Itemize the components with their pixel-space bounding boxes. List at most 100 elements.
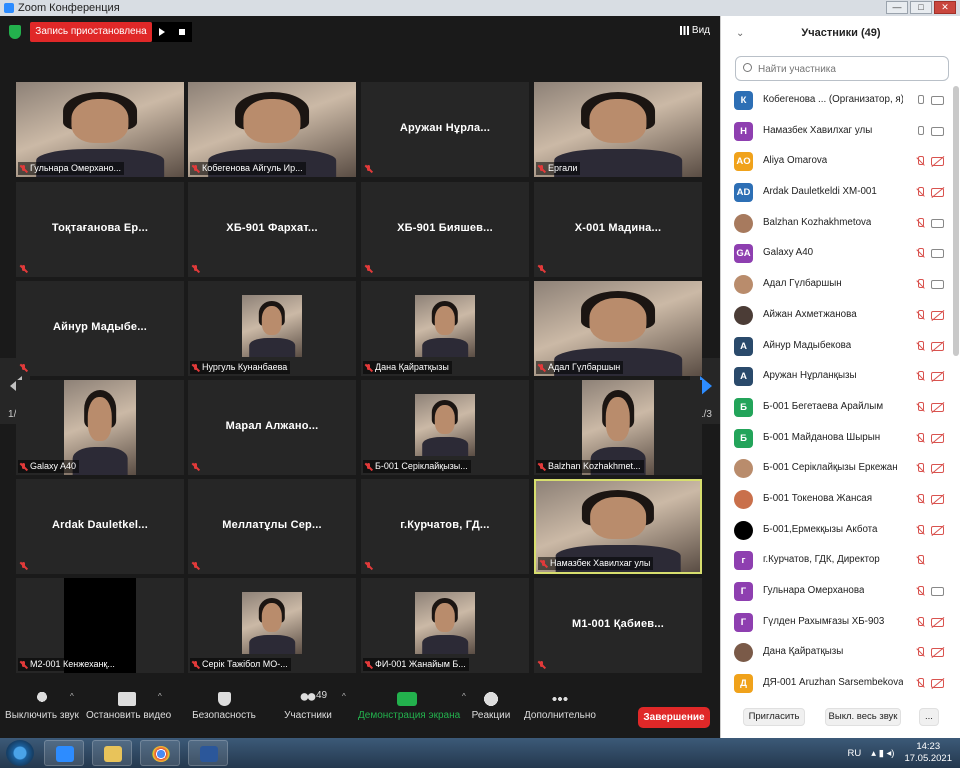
reactions-button[interactable]: Реакции (470, 686, 512, 734)
participant-tile[interactable]: Balzhan Kozhakhmet... (534, 380, 702, 475)
muted-microphone-icon (915, 278, 925, 291)
participant-row[interactable]: г г.Курчатов, ГДК, Директор (721, 546, 951, 577)
participant-row[interactable]: А Аружан Нұрланқызы (721, 362, 951, 393)
share-options-caret-icon[interactable]: ^ (462, 692, 466, 701)
participant-tile[interactable]: Намазбек Хавилхаг улы (534, 479, 702, 574)
participant-name: Б-001,Ермекқызы Акбота (763, 523, 878, 535)
security-button[interactable]: Безопасность (188, 686, 260, 734)
participant-search[interactable] (735, 56, 949, 81)
participant-tile[interactable]: Аружан Нұрла... (361, 82, 529, 177)
participant-search-input[interactable] (758, 61, 943, 77)
participant-name: Дана Қайратқызы (763, 646, 844, 658)
participant-tile[interactable]: Х-001 Мадина... (534, 182, 702, 277)
participant-row[interactable]: Б-001,Ермекқызы Акбота (721, 516, 951, 547)
participant-row[interactable]: Б-001 Серiклайқызы Еркежан (721, 454, 951, 485)
video-camera-icon (931, 96, 944, 105)
end-meeting-button[interactable]: Завершение (638, 707, 710, 728)
participant-tile[interactable]: Ергали (534, 82, 702, 177)
participant-tile[interactable]: Адал Гүлбаршын (534, 281, 702, 376)
participant-tile[interactable]: Гульнара Омерхано... (16, 82, 184, 177)
participant-tile[interactable]: ХБ-901 Фархат... (188, 182, 356, 277)
tile-caption-text: Balzhan Kozhakhmet... (548, 461, 641, 471)
participants-options-caret-icon[interactable]: ^ (342, 692, 346, 701)
participant-tile[interactable]: М2-001 Кенжеханқ... (16, 578, 184, 673)
participant-row[interactable]: GA Galaxy A40 (721, 239, 951, 270)
participant-tile[interactable]: ХБ-901 Бияшев... (361, 182, 529, 277)
tray-icons[interactable]: ▴ ▮ ◂) (871, 748, 894, 759)
participant-row[interactable]: Г Гульнара Омерханова (721, 577, 951, 608)
tile-caption: Кобегенова Айгуль Ир... (190, 162, 306, 175)
participant-tile[interactable]: Меллатұлы Сер... (188, 479, 356, 574)
mute-options-caret-icon[interactable]: ^ (70, 692, 74, 701)
clock[interactable]: 14:23 17.05.2021 (904, 741, 952, 765)
muted-mic-icon (18, 263, 30, 275)
participant-tile[interactable]: ФИ-001 Жанайым Б... (361, 578, 529, 673)
language-indicator[interactable]: RU (848, 748, 862, 759)
participant-avatar: А (734, 336, 753, 356)
panel-more-button[interactable]: ... (919, 708, 939, 726)
tile-name: Х-001 Мадина... (574, 222, 662, 234)
encryption-shield-icon[interactable] (9, 25, 21, 39)
participant-tile[interactable]: Айнур Мадыбе... (16, 281, 184, 376)
participant-avatar (734, 489, 753, 509)
participant-tile[interactable]: Дана Қайратқызы (361, 281, 529, 376)
participant-row[interactable]: Д ДЯ-001 Aruzhan Sarsembekova (721, 669, 951, 698)
participant-row[interactable]: Дана Қайратқызы (721, 638, 951, 669)
participant-row[interactable]: Айжан Ахметжанова (721, 301, 951, 332)
participant-name: Б-001 Бегетаева Арайлым (763, 400, 884, 412)
taskbar-chrome[interactable] (140, 740, 180, 766)
zoom-logo-icon (4, 3, 14, 13)
mute-button[interactable]: Выключить звук ^ (4, 686, 80, 734)
video-off-icon (931, 372, 944, 382)
mute-all-button[interactable]: Выкл. весь звук (825, 708, 901, 726)
person-head (71, 99, 129, 143)
view-button[interactable]: Вид (679, 25, 710, 36)
participant-row[interactable]: Б Б-001 Майданова Шырын (721, 424, 951, 455)
participants-button[interactable]: 49 Участники ^ (280, 686, 346, 734)
participant-tile[interactable]: Ardak Dauletkel... (16, 479, 184, 574)
start-button[interactable] (6, 740, 34, 766)
muted-microphone-icon (915, 616, 925, 629)
stop-video-button[interactable]: Остановить видео ^ (86, 686, 171, 734)
meeting-area: Запись приостановлена Вид 1/3 1/3 Гульна… (0, 16, 720, 738)
participant-row[interactable]: К Кобегенова ... (Организатор, я) (721, 86, 951, 117)
participant-list-scrollbar[interactable] (953, 86, 959, 356)
resume-recording-icon[interactable] (159, 28, 165, 36)
taskbar-zoom[interactable] (44, 740, 84, 766)
participant-row[interactable]: Balzhan Kozhakhmetova (721, 209, 951, 240)
more-button[interactable]: Дополнительно (522, 686, 598, 734)
muted-mic-icon (190, 263, 202, 275)
minimize-button[interactable]: — (886, 1, 908, 14)
participant-tile[interactable]: Марал Алжано... (188, 380, 356, 475)
participant-row[interactable]: AO Aliya Omarova (721, 147, 951, 178)
participant-tile[interactable]: М1-001 Қабиев... (534, 578, 702, 673)
person-body (422, 437, 468, 456)
stop-recording-icon[interactable] (179, 29, 185, 35)
taskbar-explorer[interactable] (92, 740, 132, 766)
participant-row[interactable]: Б-001 Токенова Жансая (721, 485, 951, 516)
participant-tile[interactable]: Galaxy A40 (16, 380, 184, 475)
invite-button[interactable]: Пригласить (743, 708, 805, 726)
participant-row[interactable]: Б Б-001 Бегетаева Арайлым (721, 393, 951, 424)
participant-row[interactable]: А Айнур Мадыбекова (721, 332, 951, 363)
participant-name: Balzhan Kozhakhmetova (763, 216, 872, 228)
tile-name: Ardak Dauletkel... (52, 519, 148, 531)
participant-tile[interactable]: Нургуль Кунанбаева (188, 281, 356, 376)
participant-row[interactable]: Адал Гүлбаршын (721, 270, 951, 301)
participant-row[interactable]: Н Намазбек Хавилхаг улы (721, 117, 951, 148)
participant-row[interactable]: AD Ardak Dauletkeldi ХМ-001 (721, 178, 951, 209)
close-button[interactable]: ✕ (934, 1, 956, 14)
tile-caption (18, 559, 33, 572)
participant-tile[interactable]: г.Курчатов, ГД... (361, 479, 529, 574)
share-screen-button[interactable]: Демонстрация экрана ^ (358, 686, 466, 734)
muted-microphone-icon (915, 247, 925, 260)
participant-tile[interactable]: Кобегенова Айгуль Ир... (188, 82, 356, 177)
taskbar-word[interactable] (188, 740, 228, 766)
participant-tile[interactable]: Тоқтағанова Ер... (16, 182, 184, 277)
participant-tile[interactable]: Б-001 Серiклайқызы... (361, 380, 529, 475)
participant-tile[interactable]: Серік Тажібол МО-... (188, 578, 356, 673)
participant-row[interactable]: Г Гүлден Рахымғазы ХБ-903 (721, 608, 951, 639)
maximize-button[interactable]: □ (910, 1, 932, 14)
video-options-caret-icon[interactable]: ^ (158, 692, 162, 701)
muted-microphone-icon (915, 524, 925, 537)
